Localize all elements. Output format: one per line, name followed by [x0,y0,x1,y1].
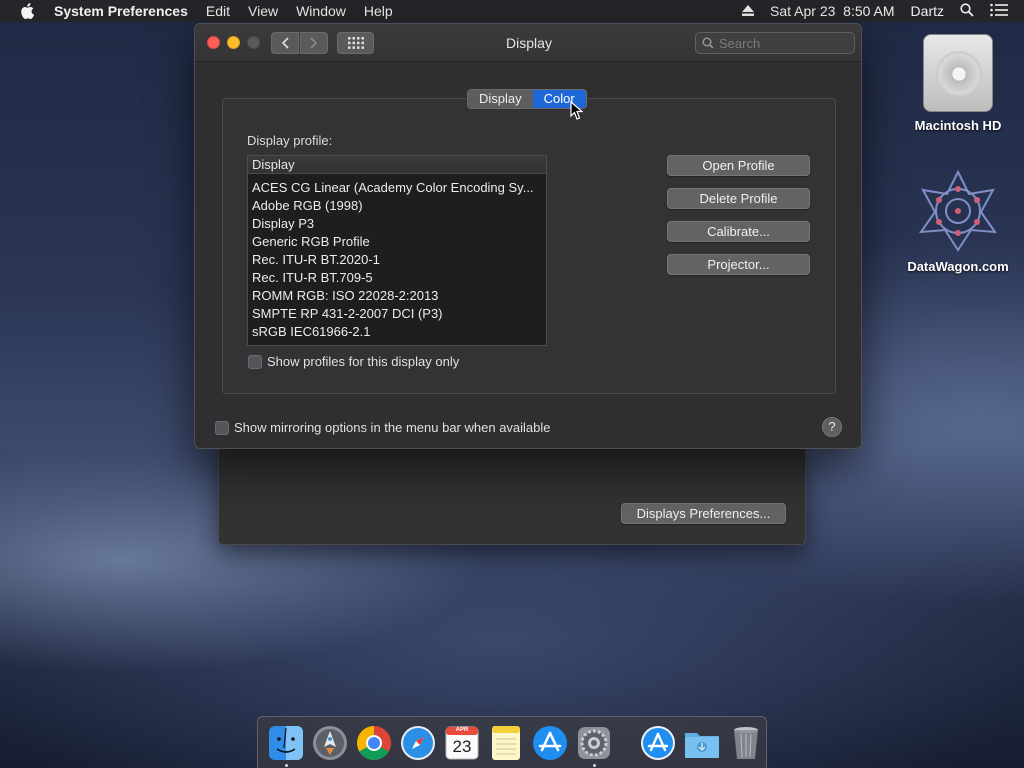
show-profiles-checkbox[interactable] [248,354,262,369]
hard-drive-icon [923,34,993,112]
eject-icon[interactable] [742,3,755,19]
list-item[interactable]: sRGB IEC61966-2.1 [248,323,546,341]
menu-edit[interactable]: Edit [206,3,230,19]
tab-display[interactable]: Display [468,90,533,108]
safari-icon[interactable] [399,724,437,762]
background-display-window: Displays Preferences... [218,448,806,545]
projector-button[interactable]: Projector... [667,254,810,275]
list-item[interactable]: SMPTE RP 431-2-2007 DCI (P3) [248,305,546,323]
mirroring-label[interactable]: Show mirroring options in the menu bar w… [234,420,551,435]
finder-icon[interactable] [267,724,305,767]
search-icon [702,37,714,49]
open-profile-button[interactable]: Open Profile [667,155,810,176]
display-profile-label: Display profile: [247,133,333,148]
downloads-folder-icon[interactable] [683,724,721,762]
calendar-day: 23 [452,736,472,756]
desktop-icon-datawagon[interactable]: DataWagon.com [898,168,1018,274]
menu-app-name[interactable]: System Preferences [54,3,188,19]
list-item[interactable]: Adobe RGB (1998) [248,197,546,215]
profile-list[interactable]: Display ACES CG Linear (Academy Color En… [247,155,547,346]
calendar-icon[interactable]: APR 23 [443,724,481,762]
menu-clock[interactable]: Sat Apr 23 8:50 AM [770,3,895,19]
menu-user[interactable]: Dartz [911,3,944,19]
menu-window[interactable]: Window [296,3,346,19]
delete-profile-button[interactable]: Delete Profile [667,188,810,209]
list-item[interactable]: Rec. ITU-R BT.709-5 [248,269,546,287]
apple-menu-icon[interactable] [0,3,54,19]
mirroring-option: Show mirroring options in the menu bar w… [215,420,551,435]
list-item[interactable]: ACES CG Linear (Academy Color Encoding S… [248,179,546,197]
datawagon-logo-icon [918,169,998,252]
show-profiles-label[interactable]: Show profiles for this display only [267,354,459,369]
chrome-icon[interactable] [355,724,393,762]
search-input[interactable] [719,35,849,51]
app-store-icon[interactable] [531,724,569,762]
desktop-icon-macintosh-hd[interactable]: Macintosh HD [898,34,1018,133]
notification-center-icon[interactable] [990,3,1008,20]
trash-icon[interactable] [727,724,765,762]
list-item[interactable]: Rec. ITU-R BT.2020-1 [248,251,546,269]
window-titlebar[interactable]: Display [195,24,861,62]
desktop-icon-label: Macintosh HD [914,118,1002,133]
display-preferences-window: Display Display Color Display profile: D… [194,23,862,449]
menu-view[interactable]: View [248,3,278,19]
launchpad-icon[interactable] [311,724,349,762]
list-item[interactable]: ROMM RGB: ISO 22028-2:2013 [248,287,546,305]
mouse-pointer-icon [570,101,584,120]
running-indicator [285,763,288,767]
desktop-icon-label: DataWagon.com [907,259,1009,274]
spotlight-search-icon[interactable] [960,2,974,20]
help-button[interactable]: ? [822,417,842,437]
mirroring-checkbox[interactable] [215,420,229,435]
dock: APR 23 [257,716,767,768]
calendar-month: APR [455,726,469,733]
running-indicator [593,763,596,767]
show-profiles-option: Show profiles for this display only [248,354,459,369]
menu-bar: System Preferences Edit View Window Help… [0,0,1024,22]
list-item[interactable]: Display P3 [248,215,546,233]
calibrate-button[interactable]: Calibrate... [667,221,810,242]
displays-preferences-button[interactable]: Displays Preferences... [621,503,786,524]
list-header[interactable]: Display [248,156,546,174]
list-body: ACES CG Linear (Academy Color Encoding S… [248,174,546,341]
notes-icon[interactable] [487,724,525,762]
tab-bar: Display Color [467,89,587,109]
search-field[interactable] [695,32,855,54]
system-preferences-icon[interactable] [575,724,613,767]
list-item[interactable]: Generic RGB Profile [248,233,546,251]
menu-help[interactable]: Help [364,3,393,19]
app-store-downloads-icon[interactable] [639,724,677,762]
